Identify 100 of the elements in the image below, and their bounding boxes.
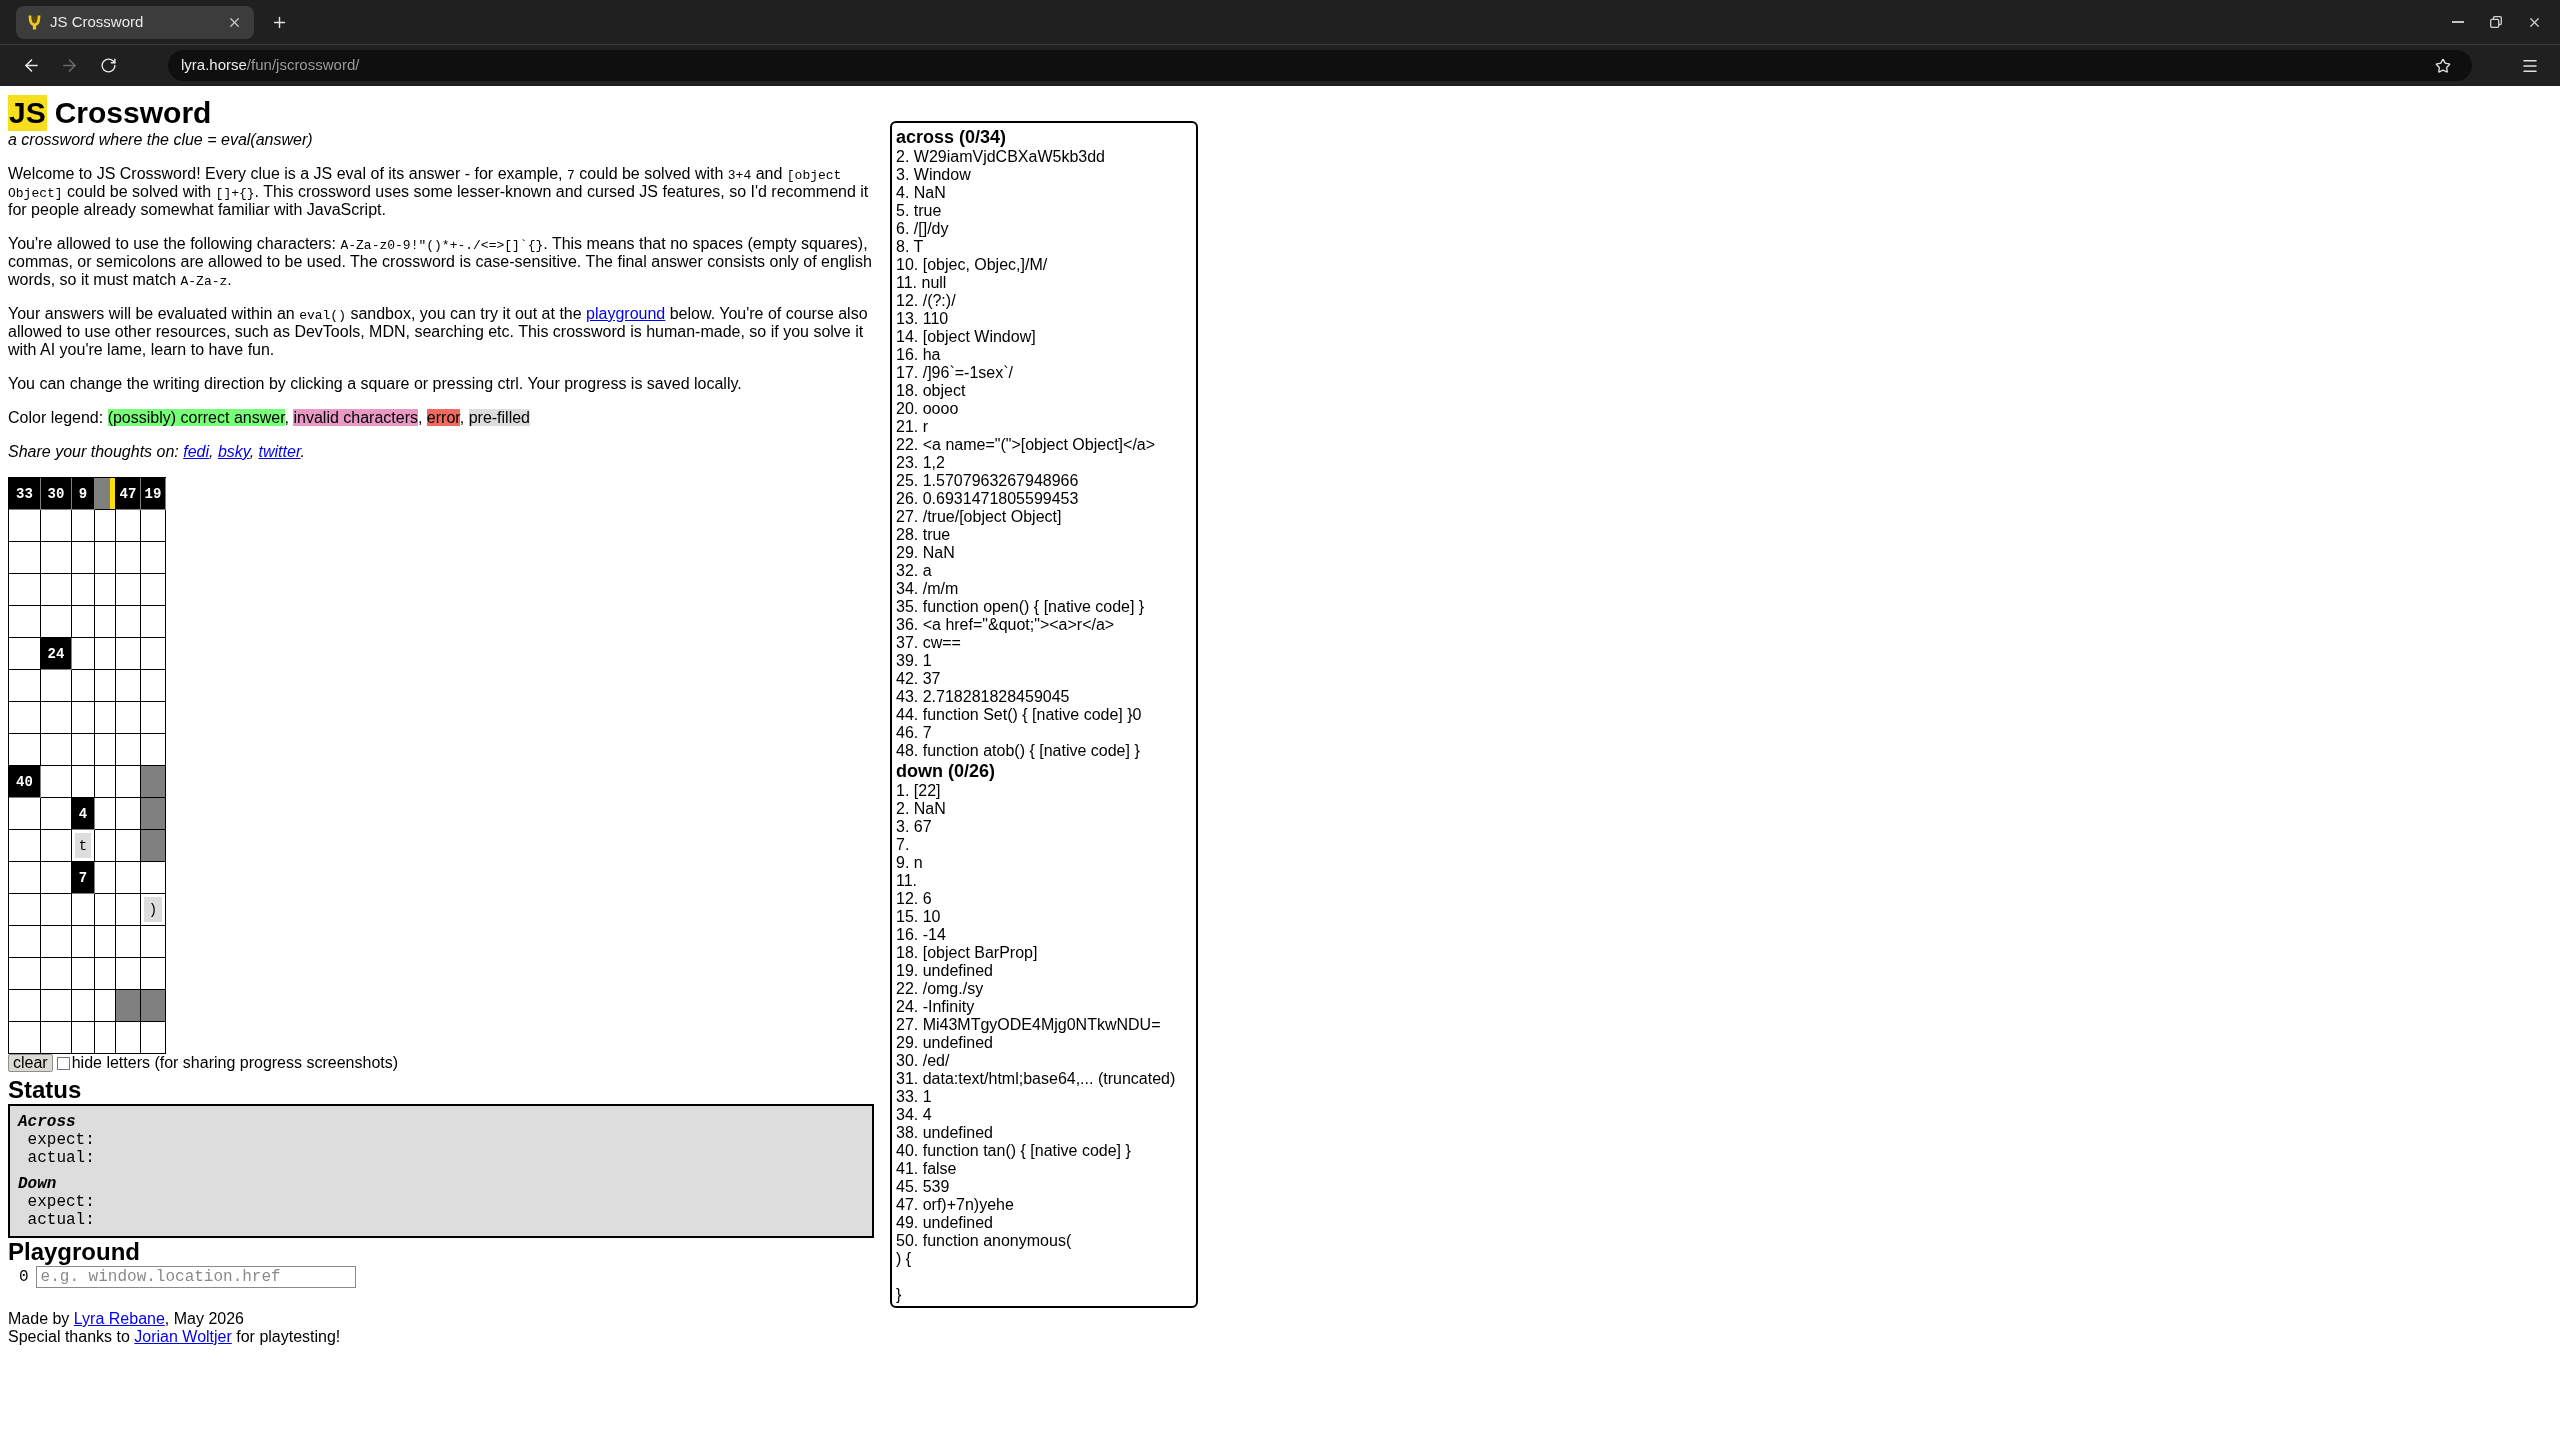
- browser-tab[interactable]: JS Crossword: [16, 5, 254, 39]
- grid-square[interactable]: [141, 1022, 166, 1054]
- grid-square[interactable]: [95, 958, 116, 990]
- grid-square[interactable]: [116, 734, 141, 766]
- grid-square[interactable]: [95, 606, 116, 638]
- grid-square[interactable]: [72, 766, 95, 798]
- cursor-square[interactable]: [95, 478, 116, 510]
- text-link[interactable]: bsky: [217, 443, 250, 460]
- text-link[interactable]: Jorian Woltjer: [134, 1328, 232, 1345]
- grid-square[interactable]: [72, 894, 95, 926]
- grid-square[interactable]: [72, 958, 95, 990]
- grid-square[interactable]: [41, 734, 72, 766]
- grid-square[interactable]: [116, 1022, 141, 1054]
- text-link[interactable]: twitter: [258, 443, 301, 460]
- grid-square[interactable]: [116, 574, 141, 606]
- grid-square[interactable]: [72, 1022, 95, 1054]
- grid-square[interactable]: [116, 766, 141, 798]
- grid-square[interactable]: [41, 830, 72, 862]
- grid-square[interactable]: [41, 670, 72, 702]
- grid-square[interactable]: [9, 734, 41, 766]
- grid-square[interactable]: [72, 734, 95, 766]
- grid-square[interactable]: [116, 510, 141, 542]
- grid-square[interactable]: [9, 926, 41, 958]
- grid-square[interactable]: [9, 510, 41, 542]
- grid-square[interactable]: [116, 798, 141, 830]
- grid-square[interactable]: [41, 766, 72, 798]
- grid-square[interactable]: [72, 606, 95, 638]
- grid-square[interactable]: [116, 606, 141, 638]
- grid-square[interactable]: [72, 702, 95, 734]
- grid-square[interactable]: [95, 638, 116, 670]
- grid-square[interactable]: [41, 702, 72, 734]
- grid-square[interactable]: [41, 1022, 72, 1054]
- grid-square[interactable]: [95, 926, 116, 958]
- grid-square[interactable]: [116, 542, 141, 574]
- grid-square[interactable]: [9, 798, 41, 830]
- clear-button[interactable]: clear: [8, 1054, 53, 1072]
- grid-square[interactable]: [95, 1022, 116, 1054]
- grid-square[interactable]: [95, 862, 116, 894]
- grid-square[interactable]: [9, 638, 41, 670]
- grid-square[interactable]: [9, 670, 41, 702]
- grid-square[interactable]: [9, 830, 41, 862]
- grid-square[interactable]: [72, 510, 95, 542]
- grid-square[interactable]: [141, 958, 166, 990]
- grid-square[interactable]: [41, 798, 72, 830]
- grid-square[interactable]: [72, 574, 95, 606]
- grid-square[interactable]: [41, 958, 72, 990]
- grid-square[interactable]: [72, 638, 95, 670]
- grid-square[interactable]: [116, 702, 141, 734]
- grid-square[interactable]: [41, 510, 72, 542]
- grid-square[interactable]: [95, 702, 116, 734]
- playground-input[interactable]: e.g. window.location.href: [35, 1266, 356, 1288]
- grid-square[interactable]: [41, 862, 72, 894]
- prefilled-square[interactable]: t: [72, 830, 95, 862]
- text-link[interactable]: fedi: [183, 443, 210, 460]
- grid-square[interactable]: [116, 638, 141, 670]
- grid-square[interactable]: [9, 1022, 41, 1054]
- grid-square[interactable]: [9, 990, 41, 1022]
- grid-square[interactable]: [141, 926, 166, 958]
- grid-square[interactable]: [95, 542, 116, 574]
- text-link[interactable]: playground: [586, 305, 666, 322]
- grid-square[interactable]: [9, 574, 41, 606]
- checkbox[interactable]: [56, 1056, 70, 1070]
- grid-square[interactable]: [41, 542, 72, 574]
- grid-square[interactable]: [9, 958, 41, 990]
- grid-square[interactable]: [72, 926, 95, 958]
- grid-square[interactable]: [95, 830, 116, 862]
- text-link[interactable]: Lyra Rebane: [73, 1310, 165, 1327]
- grid-square[interactable]: [95, 734, 116, 766]
- grid-square[interactable]: [141, 638, 166, 670]
- address-bar[interactable]: lyra.horse/fun/jscrossword/: [168, 50, 2472, 81]
- grid-square[interactable]: [95, 990, 116, 1022]
- grid-square[interactable]: [116, 894, 141, 926]
- grid-square[interactable]: [116, 670, 141, 702]
- grid-square[interactable]: [116, 830, 141, 862]
- grid-square[interactable]: [95, 510, 116, 542]
- prefilled-square[interactable]: ): [141, 894, 166, 926]
- grid-square[interactable]: [95, 574, 116, 606]
- grid-square[interactable]: [9, 606, 41, 638]
- grid-square[interactable]: [141, 670, 166, 702]
- grid-square[interactable]: [41, 926, 72, 958]
- grid-square[interactable]: [72, 542, 95, 574]
- grid-square[interactable]: [41, 606, 72, 638]
- grid-square[interactable]: [141, 702, 166, 734]
- grid-square[interactable]: [95, 798, 116, 830]
- grid-square[interactable]: [41, 574, 72, 606]
- grid-square[interactable]: [141, 734, 166, 766]
- grid-square[interactable]: [41, 990, 72, 1022]
- grid-square[interactable]: [9, 702, 41, 734]
- grid-square[interactable]: [141, 542, 166, 574]
- grid-square[interactable]: [141, 574, 166, 606]
- grid-square[interactable]: [72, 990, 95, 1022]
- grid-square[interactable]: [95, 894, 116, 926]
- grid-square[interactable]: [116, 958, 141, 990]
- grid-square[interactable]: [141, 862, 166, 894]
- grid-square[interactable]: [9, 542, 41, 574]
- grid-square[interactable]: [141, 606, 166, 638]
- grid-square[interactable]: [95, 766, 116, 798]
- grid-square[interactable]: [41, 894, 72, 926]
- grid-square[interactable]: [9, 862, 41, 894]
- grid-square[interactable]: [116, 926, 141, 958]
